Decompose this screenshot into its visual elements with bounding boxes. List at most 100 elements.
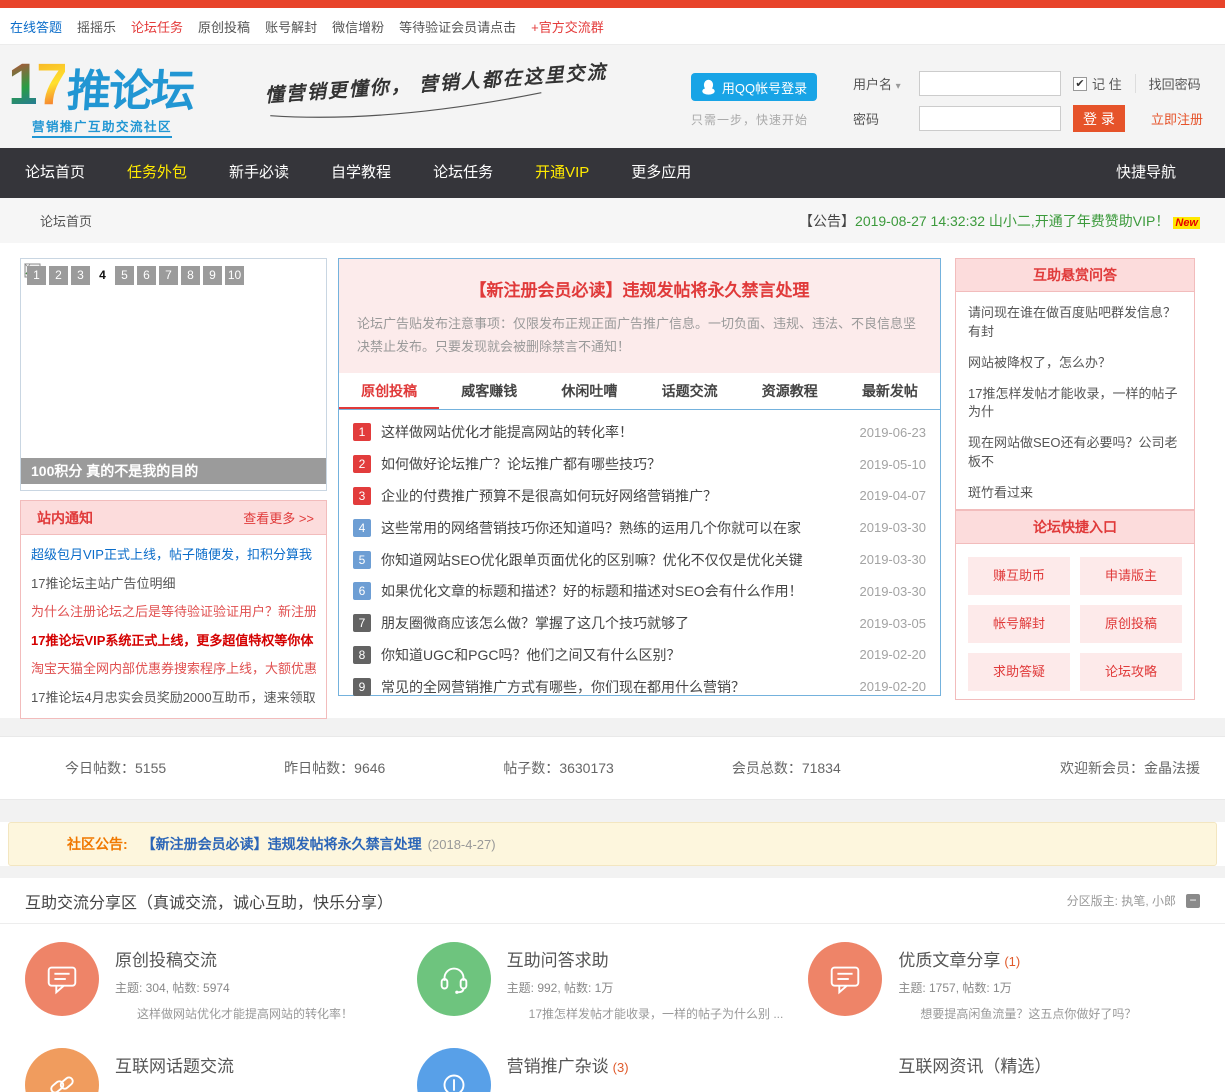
tab-resource-tutorial[interactable]: 资源教程 xyxy=(740,373,840,409)
post-row[interactable]: 5 你知道网站SEO优化跟单页面优化的区别嘛？优化不仅仅是优化关键 2019-0… xyxy=(353,544,926,576)
nav-forum-home[interactable]: 论坛首页 xyxy=(4,148,106,198)
login-button[interactable]: 登 录 xyxy=(1073,105,1125,132)
password-input[interactable] xyxy=(919,106,1061,131)
forum-name[interactable]: 互助问答求助 xyxy=(507,951,609,970)
post-row[interactable]: 3 企业的付费推广预算不是很高如何玩好网络营销推广？ 2019-04-07 xyxy=(353,480,926,512)
nav-quick-navigation[interactable]: 快捷导航 xyxy=(1095,148,1197,198)
qa-item[interactable]: 请问现在谁在做百度贴吧群发信息？有封 xyxy=(968,298,1182,348)
post-row[interactable]: 4 这些常用的网络营销技巧你还知道吗？熟练的运用几个你就可以在家 2019-03… xyxy=(353,512,926,544)
notice-item[interactable]: 淘宝天猫全网内部优惠券搜索程序上线，大额优惠 xyxy=(31,655,316,684)
pager-6[interactable]: 6 xyxy=(137,266,156,285)
rules-notice-title[interactable]: 【新注册会员必读】违规发帖将永久禁言处理 xyxy=(357,276,922,301)
post-title[interactable]: 如何做好论坛推广？论坛推广都有哪些技巧？ xyxy=(381,454,852,474)
post-row[interactable]: 9 常见的全网营销推广方式有哪些，你们现在都用什么营销？ 2019-02-20 xyxy=(353,671,926,703)
forum-name[interactable]: 优质文章分享 xyxy=(898,951,1000,970)
pager-5[interactable]: 5 xyxy=(115,266,134,285)
pager-10[interactable]: 10 xyxy=(225,266,244,285)
topbar-link-shake[interactable]: 摇摇乐 xyxy=(77,17,116,36)
pager-2[interactable]: 2 xyxy=(49,266,68,285)
site-logo[interactable]: 17 推论坛 营销推广互助交流社区 xyxy=(8,56,233,138)
quick-help-qa[interactable]: 求助答疑 xyxy=(968,653,1070,691)
forum-name[interactable]: 营销推广杂谈 xyxy=(507,1057,609,1076)
forum-last-post[interactable]: 17推怎样发帖才能收录，一样的帖子为什么别 ... xyxy=(507,1005,784,1022)
qa-item[interactable]: 17推怎样发帖才能收录，一样的帖子为什 xyxy=(968,379,1182,429)
nav-newbie-must-read[interactable]: 新手必读 xyxy=(208,148,310,198)
post-title[interactable]: 你知道网站SEO优化跟单页面优化的区别嘛？优化不仅仅是优化关键 xyxy=(381,550,852,570)
forum-last-post[interactable]: 想要提高闲鱼流量？这五点你做好了吗？ xyxy=(898,1005,1136,1022)
post-row[interactable]: 6 如果优化文章的标题和描述？好的标题和描述对SEO会有什么作用！ 2019-0… xyxy=(353,575,926,607)
notice-item[interactable]: 17推论坛主站广告位明细 xyxy=(31,570,316,599)
username-input[interactable] xyxy=(919,71,1061,96)
topbar-link-forum-tasks[interactable]: 论坛任务 xyxy=(131,17,183,36)
post-title[interactable]: 这些常用的网络营销技巧你还知道吗？熟练的运用几个你就可以在家 xyxy=(381,518,852,538)
slideshow[interactable]: 1 2 3 4 5 6 7 8 9 10 100积分 真的不是我的目的 xyxy=(20,258,327,491)
forum-name[interactable]: 互联网话题交流 xyxy=(115,1057,234,1076)
register-link[interactable]: 立即注册 xyxy=(1151,112,1203,127)
quick-account-unban[interactable]: 帐号解封 xyxy=(968,605,1070,643)
topbar-link-account-unban[interactable]: 账号解封 xyxy=(265,17,317,36)
nav-self-study[interactable]: 自学教程 xyxy=(310,148,412,198)
topbar-link-wechat-fans[interactable]: 微信增粉 xyxy=(332,17,384,36)
pager-8[interactable]: 8 xyxy=(181,266,200,285)
tab-witkey-earn[interactable]: 威客赚钱 xyxy=(439,373,539,409)
post-title[interactable]: 你知道UGC和PGC吗？他们之间又有什么区别？ xyxy=(381,645,852,665)
forum-marketing-chat[interactable]: 营销推广杂谈(3) xyxy=(417,1048,809,1092)
find-password-link[interactable]: 找回密码 xyxy=(1149,77,1201,92)
nav-forum-tasks[interactable]: 论坛任务 xyxy=(412,148,514,198)
tab-latest-posts[interactable]: 最新发帖 xyxy=(840,373,940,409)
welcome-member-link[interactable]: 金晶法援 xyxy=(1144,760,1200,776)
qa-item[interactable]: 网站被降权了，怎么办？ xyxy=(968,348,1182,379)
forum-name[interactable]: 互联网资讯（精选） xyxy=(898,1057,1051,1076)
tab-topic-exchange[interactable]: 话题交流 xyxy=(640,373,740,409)
quick-earn-coins[interactable]: 赚互助币 xyxy=(968,557,1070,595)
notice-item[interactable]: 为什么注册论坛之后是等待验证验证用户？新注册 xyxy=(31,598,316,627)
notice-item[interactable]: 超级包月VIP正式上线，帖子随便发，扣积分算我 xyxy=(31,541,316,570)
pager-7[interactable]: 7 xyxy=(159,266,178,285)
nav-task-outsourcing[interactable]: 任务外包 xyxy=(106,148,208,198)
forum-internet-news[interactable]: 互联网资讯（精选） xyxy=(808,1048,1200,1092)
notice-item[interactable]: 17推论坛4月忠实会员奖励2000互助币，速来领取 xyxy=(31,684,316,713)
pager-4-active[interactable]: 4 xyxy=(93,266,112,285)
topbar-link-pending-verify[interactable]: 等待验证会员请点击 xyxy=(399,17,516,36)
quick-forum-guide[interactable]: 论坛攻略 xyxy=(1080,653,1182,691)
announcement[interactable]: 【公告】2019-08-27 14:32:32 山小二,开通了年费赞助VIP！N… xyxy=(799,211,1200,231)
quick-original-post[interactable]: 原创投稿 xyxy=(1080,605,1182,643)
post-title[interactable]: 朋友圈微商应该怎么做？掌握了这几个技巧就够了 xyxy=(381,613,852,633)
forum-original-post-exchange[interactable]: 原创投稿交流 主题: 304, 帖数: 5974 这样做网站优化才能提高网站的转… xyxy=(25,942,417,1022)
pager-3[interactable]: 3 xyxy=(71,266,90,285)
forum-name[interactable]: 原创投稿交流 xyxy=(115,951,217,970)
forum-internet-topics[interactable]: 互联网话题交流 xyxy=(25,1048,417,1092)
pager-1[interactable]: 1 xyxy=(27,266,46,285)
post-row[interactable]: 2 如何做好论坛推广？论坛推广都有哪些技巧？ 2019-05-10 xyxy=(353,448,926,480)
post-title[interactable]: 这样做网站优化才能提高网站的转化率！ xyxy=(381,422,852,442)
qq-login-button[interactable]: 用QQ帐号登录 xyxy=(691,73,817,101)
breadcrumb-home[interactable]: 论坛首页 xyxy=(40,211,92,230)
tab-original-post[interactable]: 原创投稿 xyxy=(339,373,439,409)
post-title[interactable]: 企业的付费推广预算不是很高如何玩好网络营销推广？ xyxy=(381,486,852,506)
post-row[interactable]: 8 你知道UGC和PGC吗？他们之间又有什么区别？ 2019-02-20 xyxy=(353,639,926,671)
slideshow-caption[interactable]: 100积分 真的不是我的目的 xyxy=(21,458,326,484)
forum-mutual-help-qa[interactable]: 互助问答求助 主题: 992, 帖数: 1万 17推怎样发帖才能收录，一样的帖子… xyxy=(417,942,809,1022)
tab-casual-chat[interactable]: 休闲吐嘈 xyxy=(539,373,639,409)
topbar-link-original-post[interactable]: 原创投稿 xyxy=(198,17,250,36)
quick-apply-moderator[interactable]: 申请版主 xyxy=(1080,557,1182,595)
post-row[interactable]: 7 朋友圈微商应该怎么做？掌握了这几个技巧就够了 2019-03-05 xyxy=(353,607,926,639)
section-moderators[interactable]: 分区版主: 执笔, 小郎 xyxy=(1067,892,1176,909)
nav-open-vip[interactable]: 开通VIP xyxy=(514,148,610,198)
username-dropdown-icon[interactable]: ▾ xyxy=(896,81,901,92)
community-notice-link[interactable]: 【新注册会员必读】违规发帖将永久禁言处理 xyxy=(142,834,422,854)
topbar-link-official-group[interactable]: +官方交流群 xyxy=(531,17,604,36)
forum-last-post[interactable]: 这样做网站优化才能提高网站的转化率！ xyxy=(115,1005,353,1022)
post-title[interactable]: 如果优化文章的标题和描述？好的标题和描述对SEO会有什么作用！ xyxy=(381,581,852,601)
qa-item[interactable]: 斑竹看过来 xyxy=(968,478,1182,509)
nav-more-apps[interactable]: 更多应用 xyxy=(610,148,712,198)
collapse-icon[interactable]: − xyxy=(1186,894,1200,908)
post-title[interactable]: 常见的全网营销推广方式有哪些，你们现在都用什么营销？ xyxy=(381,677,852,697)
remember-checkbox[interactable]: ✔ xyxy=(1073,77,1087,91)
qa-item[interactable]: 现在网站做SEO还有必要吗？公司老板不 xyxy=(968,428,1182,478)
topbar-link-online-quiz[interactable]: 在线答题 xyxy=(10,17,62,36)
site-notice-more-link[interactable]: 查看更多 >> xyxy=(243,508,314,527)
forum-quality-articles[interactable]: 优质文章分享(1) 主题: 1757, 帖数: 1万 想要提高闲鱼流量？这五点你… xyxy=(808,942,1200,1022)
notice-item[interactable]: 17推论坛VIP系统正式上线，更多超值特权等你体 xyxy=(31,627,316,656)
post-row[interactable]: 1 这样做网站优化才能提高网站的转化率！ 2019-06-23 xyxy=(353,417,926,449)
